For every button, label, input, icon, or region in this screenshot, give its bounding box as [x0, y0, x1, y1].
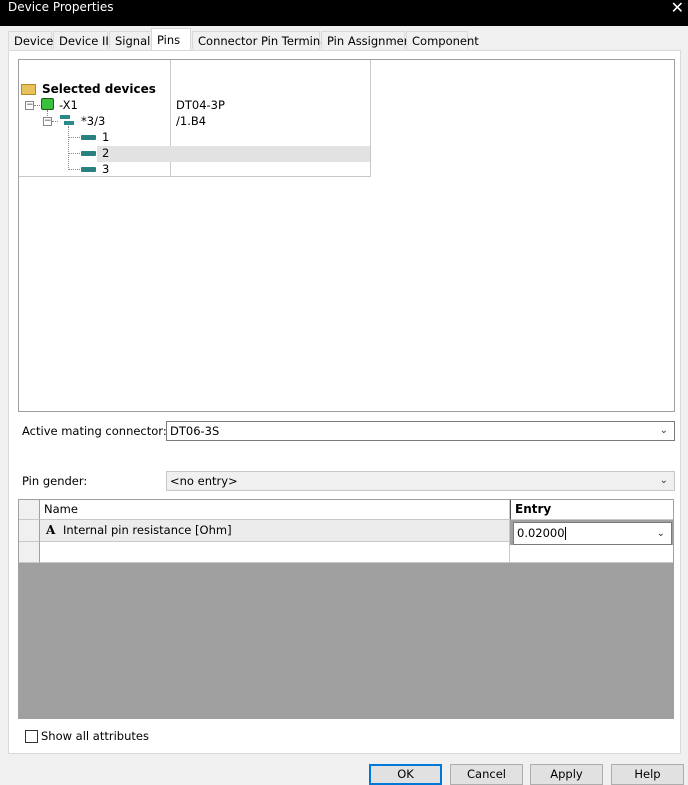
attribute-type-icon: A	[46, 523, 56, 537]
tab-device[interactable]: Device	[8, 31, 53, 49]
chevron-down-icon: ⌄	[659, 475, 668, 486]
tab-component[interactable]: Component	[406, 31, 479, 49]
tree-connector-value: /1.B4	[176, 114, 207, 128]
selected-row-highlight	[97, 146, 370, 162]
pin-icon	[81, 151, 96, 156]
tab-pin-assignment[interactable]: Pin Assignment	[321, 31, 416, 49]
tree-pin-item[interactable]: 3	[102, 161, 109, 177]
tab-connector-pin-terminals[interactable]: Connector Pin Terminals	[192, 31, 336, 49]
pin-icon	[81, 167, 96, 172]
table-row[interactable]: A Internal pin resistance [Ohm]	[40, 520, 510, 542]
tree-root-label[interactable]: Selected devices	[42, 81, 156, 97]
tab-device-ii[interactable]: Device II	[53, 31, 109, 49]
device-tree[interactable]: Selected devices − -X1 DT04-3P − *3/3 /1…	[18, 59, 675, 412]
chevron-down-icon: ⌄	[656, 528, 665, 539]
grid-corner	[19, 500, 40, 520]
title-bar: Device Properties ✕	[0, 0, 688, 26]
row-header[interactable]	[19, 520, 40, 542]
mating-connector-label: Active mating connector:	[22, 424, 167, 438]
collapse-icon[interactable]: −	[43, 117, 52, 126]
window-title: Device Properties	[8, 0, 114, 14]
help-button[interactable]: Help	[611, 764, 684, 785]
collapse-icon[interactable]: −	[25, 101, 34, 110]
row-header[interactable]	[19, 542, 40, 563]
pin-gender-label: Pin gender:	[22, 474, 88, 488]
attribute-name: Internal pin resistance [Ohm]	[63, 523, 232, 537]
text-cursor	[564, 527, 566, 540]
pin-icon	[81, 135, 96, 140]
grid-header-entry[interactable]: Entry	[510, 500, 673, 520]
attribute-entry-value: 0.02000	[517, 526, 565, 540]
device-icon	[41, 98, 54, 110]
pin-gender-value: <no entry>	[170, 474, 238, 488]
tree-pin-item[interactable]: 2	[102, 145, 109, 161]
ok-button[interactable]: OK	[369, 764, 442, 785]
attribute-grid[interactable]: Name Entry A Internal pin resistance [Oh…	[18, 499, 674, 719]
tree-device-name[interactable]: -X1	[59, 97, 78, 113]
tab-pins[interactable]: Pins	[151, 28, 191, 50]
connector-icon	[60, 115, 74, 125]
mating-connector-select[interactable]: DT06-3S ⌄	[166, 421, 675, 441]
tree-pin-item[interactable]: 1	[102, 129, 109, 145]
show-all-attributes-checkbox[interactable]	[25, 730, 38, 743]
pin-gender-select[interactable]: <no entry> ⌄	[166, 471, 675, 491]
close-icon[interactable]: ✕	[671, 0, 684, 17]
grid-header-name[interactable]: Name	[40, 500, 510, 520]
new-row-name-cell[interactable]	[40, 542, 510, 563]
chevron-down-icon: ⌄	[659, 425, 668, 436]
attribute-entry-input[interactable]: 0.02000 ⌄	[513, 522, 672, 545]
new-row-entry-cell[interactable]	[510, 545, 673, 563]
cancel-button[interactable]: Cancel	[450, 764, 523, 785]
tree-device-value: DT04-3P	[176, 98, 225, 112]
tab-signal[interactable]: Signal	[109, 31, 152, 49]
tree-connector-name[interactable]: *3/3	[81, 113, 105, 129]
folder-icon	[21, 84, 36, 95]
show-all-attributes-label[interactable]: Show all attributes	[41, 729, 149, 743]
mating-connector-value: DT06-3S	[170, 424, 220, 438]
apply-button[interactable]: Apply	[530, 764, 603, 785]
